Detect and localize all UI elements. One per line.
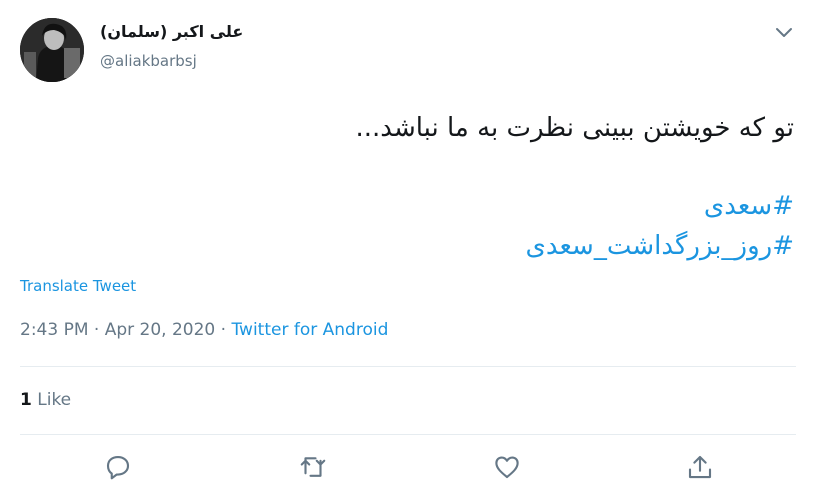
share-button[interactable] [685,452,715,482]
retweet-icon [300,457,326,477]
hashtag-link[interactable]: #سعدی [94,186,794,226]
tweet-date[interactable]: Apr 20, 2020 [105,320,216,340]
divider [20,434,796,435]
like-count: 1 [20,390,32,410]
tweet-text: تو که خویشتن ببینی نظرت به ما نباشد... #… [94,108,795,266]
tweet-body: تو که خویشتن ببینی نظرت به ما نباشد... [355,113,795,143]
retweet-button[interactable] [298,452,328,482]
reply-button[interactable] [103,452,133,482]
tweet-meta: 2:43 PM · Apr 20, 2020 · Twitter for And… [20,320,388,340]
heart-icon [495,456,519,479]
user-handle[interactable]: @aliakbarbsj [100,52,197,70]
hashtag-link[interactable]: #روز_بزرگداشت_سعدی [94,226,794,266]
like-label: Like [37,390,72,410]
divider [20,366,796,367]
meta-separator: · [220,320,227,340]
display-name[interactable]: علی اکبر (سلمان) [100,22,243,41]
translate-tweet-link[interactable]: Translate Tweet [20,277,136,295]
tweet-source-link[interactable]: Twitter for Android [231,320,388,340]
like-button[interactable] [492,452,522,482]
share-icon [688,455,712,479]
chevron-down-icon[interactable] [772,20,796,44]
meta-separator: · [93,320,100,340]
avatar-image [20,18,84,82]
reply-icon [106,455,130,480]
likes-stat[interactable]: 1 Like [20,390,71,410]
tweet-time[interactable]: 2:43 PM [20,320,89,340]
avatar[interactable] [20,18,84,82]
